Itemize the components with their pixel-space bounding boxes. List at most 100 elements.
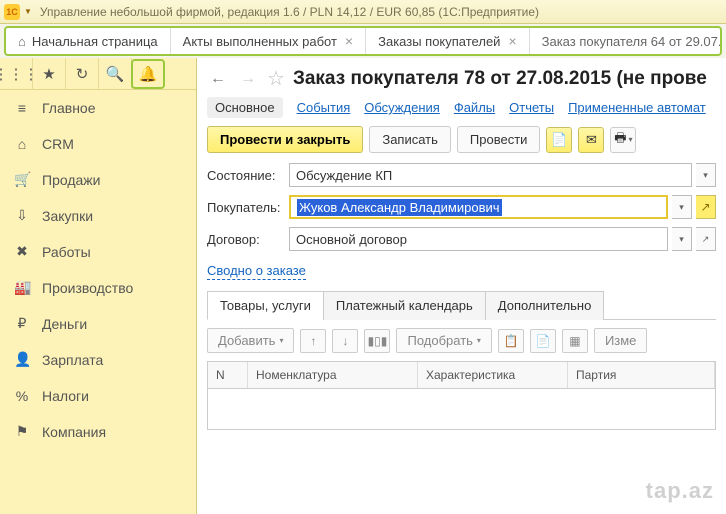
search-icon[interactable]: 🔍 bbox=[99, 58, 132, 90]
post-and-close-button[interactable]: Провести и закрыть bbox=[207, 126, 363, 153]
tab-label: Заказ покупателя 64 от 29.07.20 bbox=[542, 34, 722, 49]
sidebar-item-crm[interactable]: ⌂CRM bbox=[0, 126, 196, 162]
sidebar-item-label: Закупки bbox=[42, 208, 93, 224]
window-title: Управление небольшой фирмой, редакция 1.… bbox=[40, 5, 539, 19]
cart-icon: 🛒 bbox=[14, 171, 30, 188]
col-n[interactable]: N bbox=[208, 362, 248, 388]
sidebar-item-company[interactable]: ⚑ Компания bbox=[0, 414, 196, 450]
tab-home[interactable]: ⌂ Начальная страница bbox=[6, 28, 171, 54]
sidebar-item-taxes[interactable]: % Налоги bbox=[0, 378, 196, 414]
open-reference-icon[interactable]: ↗ bbox=[696, 227, 716, 251]
sidebar-item-label: Главное bbox=[42, 100, 96, 116]
titlebar: 1C ▼ Управление небольшой фирмой, редакц… bbox=[0, 0, 726, 24]
grid-body[interactable] bbox=[208, 389, 715, 429]
contract-input[interactable]: Основной договор bbox=[289, 227, 668, 251]
dropdown-icon[interactable]: ▾ bbox=[672, 195, 692, 219]
post-button[interactable]: Провести bbox=[457, 126, 541, 153]
sidebar-item-label: Зарплата bbox=[42, 352, 103, 368]
fill-icon[interactable]: ▦ bbox=[562, 329, 588, 353]
open-reference-icon[interactable]: ↗ bbox=[696, 195, 716, 219]
document-title: Заказ покупателя 78 от 27.08.2015 (не пр… bbox=[293, 68, 707, 90]
close-icon[interactable]: × bbox=[345, 33, 353, 49]
tab-label: Начальная страница bbox=[32, 34, 158, 49]
subtab-files[interactable]: Файлы bbox=[454, 100, 495, 115]
state-input[interactable]: Обсуждение КП bbox=[289, 163, 692, 187]
tab-payment-calendar[interactable]: Платежный календарь bbox=[323, 291, 486, 320]
chevron-down-icon: ▾ bbox=[477, 336, 481, 345]
print-icon[interactable]: 🖶▾ bbox=[610, 127, 636, 153]
favorite-icon[interactable]: ★ bbox=[33, 58, 66, 90]
email-icon[interactable]: ✉ bbox=[578, 127, 604, 153]
sidebar-toolbar: ⋮⋮⋮ ★ ↻ 🔍 🔔 bbox=[0, 58, 196, 90]
bell-icon[interactable]: 🔔 bbox=[131, 59, 165, 89]
close-icon[interactable]: × bbox=[508, 33, 516, 49]
move-up-icon[interactable]: ↑ bbox=[300, 329, 326, 353]
sidebar-item-sales[interactable]: 🛒 Продажи bbox=[0, 162, 196, 198]
app-menu-dropdown-icon[interactable]: ▼ bbox=[24, 7, 32, 16]
tab-label: Акты выполненных работ bbox=[183, 34, 337, 49]
state-field-row: Состояние: Обсуждение КП ▾ bbox=[207, 163, 716, 187]
percent-icon: % bbox=[14, 388, 30, 404]
copy-icon[interactable]: 📋 bbox=[498, 329, 524, 353]
sidebar-item-label: Производство bbox=[42, 280, 133, 296]
buyer-label: Покупатель: bbox=[207, 200, 285, 215]
barcode-icon[interactable]: ▮▯▮ bbox=[364, 329, 390, 353]
move-down-icon[interactable]: ↓ bbox=[332, 329, 358, 353]
home-icon: ⌂ bbox=[18, 34, 26, 49]
tab-goods[interactable]: Товары, услуги bbox=[207, 291, 324, 320]
dropdown-icon[interactable]: ▾ bbox=[672, 227, 692, 251]
change-button[interactable]: Изме bbox=[594, 328, 647, 353]
sidebar-item-label: Налоги bbox=[42, 388, 89, 404]
subtab-main[interactable]: Основное bbox=[207, 97, 283, 118]
sidebar-item-salary[interactable]: 👤 Зарплата bbox=[0, 342, 196, 378]
paste-icon[interactable]: 📄 bbox=[530, 329, 556, 353]
person-icon: 👤 bbox=[14, 351, 30, 368]
tools-icon: ✖ bbox=[14, 243, 30, 260]
tab-acts[interactable]: Акты выполненных работ × bbox=[171, 28, 366, 54]
add-row-button[interactable]: Добавить▾ bbox=[207, 328, 294, 353]
subtab-events[interactable]: События bbox=[297, 100, 351, 115]
contract-field-row: Договор: Основной договор ▾ ↗ bbox=[207, 227, 716, 251]
nav-forward-icon[interactable]: → bbox=[237, 68, 259, 90]
col-nomenclature[interactable]: Номенклатура bbox=[248, 362, 418, 388]
favorite-star-icon[interactable]: ☆ bbox=[267, 66, 285, 91]
dropdown-icon[interactable]: ▾ bbox=[696, 163, 716, 187]
tab-label: Заказы покупателей bbox=[378, 34, 500, 49]
subtab-discuss[interactable]: Обсуждения bbox=[364, 100, 440, 115]
sidebar-item-label: CRM bbox=[42, 136, 74, 152]
history-icon[interactable]: ↻ bbox=[66, 58, 99, 90]
sidebar-item-purchases[interactable]: ⇩Закупки bbox=[0, 198, 196, 234]
buyer-input[interactable]: Жуков Александр Владимирович bbox=[289, 195, 668, 219]
factory-icon: 🏭 bbox=[14, 279, 30, 296]
apps-icon[interactable]: ⋮⋮⋮ bbox=[0, 58, 33, 90]
col-characteristic[interactable]: Характеристика bbox=[418, 362, 568, 388]
document-toolbar: Провести и закрыть Записать Провести 📄 ✉… bbox=[207, 126, 716, 153]
tab-order-64[interactable]: Заказ покупателя 64 от 29.07.20 bbox=[530, 28, 722, 54]
sidebar-item-label: Деньги bbox=[42, 316, 87, 332]
sidebar-item-money[interactable]: ₽ Деньги bbox=[0, 306, 196, 342]
chevron-down-icon: ▾ bbox=[279, 336, 283, 345]
subtab-reports[interactable]: Отчеты bbox=[509, 100, 554, 115]
sidebar-item-production[interactable]: 🏭 Производство bbox=[0, 270, 196, 306]
sidebar-item-label: Компания bbox=[42, 424, 106, 440]
pick-button[interactable]: Подобрать▾ bbox=[396, 328, 491, 353]
sidebar-item-label: Продажи bbox=[42, 172, 100, 188]
subtab-auto[interactable]: Примененные автомат bbox=[568, 100, 706, 115]
detail-tabs: Товары, услуги Платежный календарь Допол… bbox=[207, 290, 716, 320]
sidebar-item-works[interactable]: ✖ Работы bbox=[0, 234, 196, 270]
tab-orders[interactable]: Заказы покупателей × bbox=[366, 28, 530, 54]
save-button[interactable]: Записать bbox=[369, 126, 451, 153]
list-icon: ≡ bbox=[14, 100, 30, 116]
sidebar-item-main[interactable]: ≡ Главное bbox=[0, 90, 196, 126]
order-summary-link[interactable]: Сводно о заказе bbox=[207, 263, 306, 280]
state-label: Состояние: bbox=[207, 168, 285, 183]
flag-icon: ⚑ bbox=[14, 423, 30, 440]
tab-additional[interactable]: Дополнительно bbox=[485, 291, 605, 320]
nav-back-icon[interactable]: ← bbox=[207, 68, 229, 90]
watermark: tap.az bbox=[646, 478, 714, 504]
sidebar-item-label: Работы bbox=[42, 244, 91, 260]
col-party[interactable]: Партия bbox=[568, 362, 715, 388]
document-action-icon[interactable]: 📄 bbox=[546, 127, 572, 153]
ruble-icon: ₽ bbox=[14, 315, 30, 332]
app-logo-icon: 1C bbox=[4, 4, 20, 20]
